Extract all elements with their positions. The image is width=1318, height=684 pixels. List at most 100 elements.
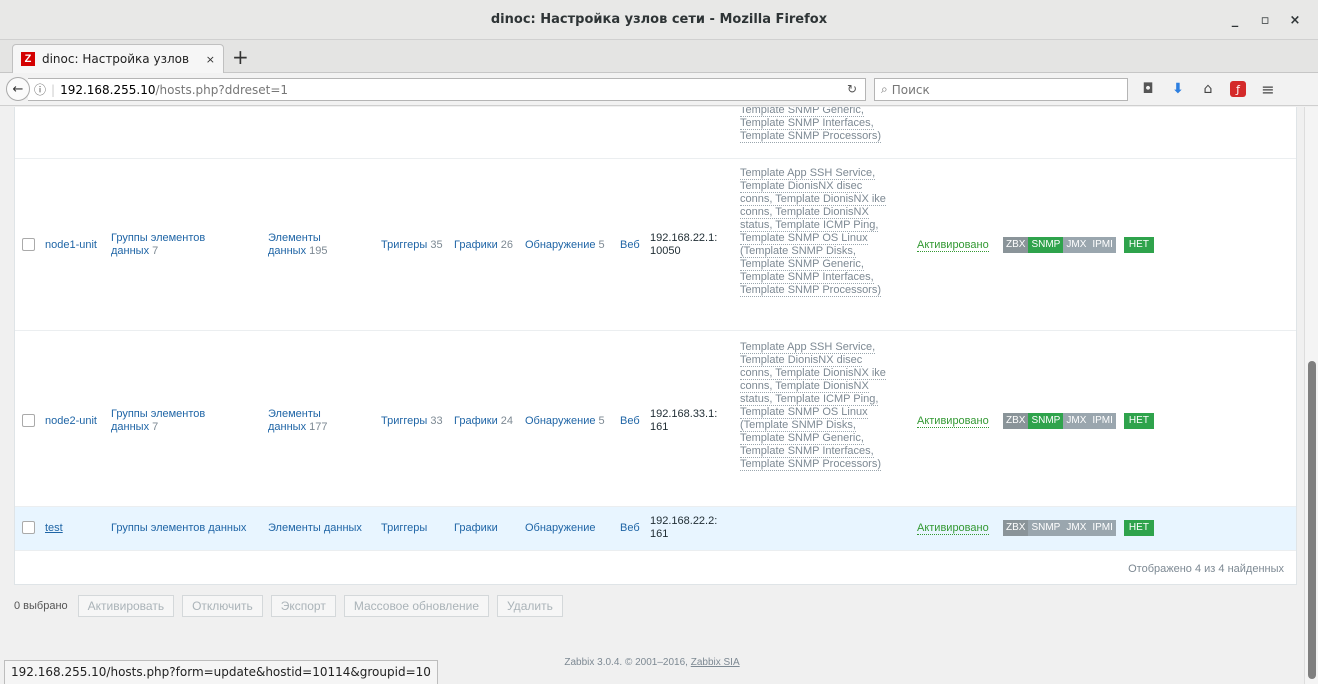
snmp-badge: SNMP xyxy=(1028,237,1064,253)
graphs-link[interactable]: Графики 26 xyxy=(454,239,513,252)
web-link[interactable]: Веб xyxy=(620,522,640,535)
groups-link[interactable]: Группы элементов данных xyxy=(111,522,246,535)
zbx-badge: ZBX xyxy=(1003,520,1029,536)
new-tab-button[interactable]: + xyxy=(232,46,249,68)
interface-cell: 192.168.33.1: 161 xyxy=(650,408,718,433)
row-checkbox[interactable] xyxy=(22,414,35,427)
groups-link[interactable]: Группы элементов данных 7 xyxy=(111,232,205,258)
url-bar[interactable]: ⓘ | 192.168.255.10/hosts.php?ddreset=1 ↻ xyxy=(28,78,866,101)
home-icon[interactable]: ⌂ xyxy=(1200,81,1216,97)
items-link[interactable]: Элементы данных xyxy=(268,522,362,535)
template-link[interactable]: Template SNMP Generic, xyxy=(740,107,864,117)
host-name-link[interactable]: test xyxy=(45,522,63,535)
disable-button[interactable]: Отключить xyxy=(182,595,263,617)
templates-cell: Template App SSH Service, Template Dioni… xyxy=(740,341,886,471)
status-link[interactable]: Активировано xyxy=(917,415,989,428)
items-link[interactable]: Элементы данных 195 xyxy=(268,232,328,258)
tab-close-icon[interactable]: × xyxy=(206,53,215,66)
interface-cell: 192.168.22.2: 161 xyxy=(650,515,718,540)
scrollbar-thumb[interactable] xyxy=(1308,361,1316,679)
availability-badges: ZBX SNMP JMX IPMI НЕТ xyxy=(1003,413,1154,429)
graphs-link[interactable]: Графики 24 xyxy=(454,415,513,428)
search-icon: ⌕ xyxy=(881,82,888,96)
minimize-button[interactable]: _ xyxy=(1222,7,1248,33)
groups-link[interactable]: Группы элементов данных 7 xyxy=(111,408,205,434)
delete-button[interactable]: Удалить xyxy=(497,595,563,617)
flash-icon[interactable]: ƒ xyxy=(1230,81,1246,97)
window-titlebar: dinoc: Настройка узлов сети - Mozilla Fi… xyxy=(0,0,1318,40)
hosts-table: Template SNMP Generic, Template SNMP Int… xyxy=(14,107,1297,585)
status-link[interactable]: Активировано xyxy=(917,239,989,252)
table-row-partial: Template SNMP Generic, Template SNMP Int… xyxy=(15,107,1296,159)
table-row: node2-unit Группы элементов данных 7 Эле… xyxy=(15,331,1296,507)
export-button[interactable]: Экспорт xyxy=(270,595,336,617)
shown-count: Отображено 4 из 4 найденных xyxy=(1128,563,1284,575)
triggers-link[interactable]: Триггеры xyxy=(381,522,427,535)
url-host: 192.168.255.10 xyxy=(60,82,156,97)
status-link[interactable]: Активировано xyxy=(917,522,989,535)
activate-button[interactable]: Активировать xyxy=(77,595,175,617)
mass-actions: 0 выбрано Активировать Отключить Экспорт… xyxy=(14,595,571,617)
download-icon[interactable]: ⬇ xyxy=(1170,81,1186,97)
back-arrow-icon: ← xyxy=(12,81,24,97)
encryption-badge: НЕТ xyxy=(1123,413,1154,429)
pocket-icon[interactable]: ◘ xyxy=(1140,81,1156,97)
encryption-badge: НЕТ xyxy=(1123,237,1154,253)
reload-icon[interactable]: ↻ xyxy=(847,82,857,96)
triggers-link[interactable]: Триггеры 33 xyxy=(381,415,443,428)
row-checkbox[interactable] xyxy=(22,238,35,251)
zbx-badge: ZBX xyxy=(1003,237,1029,253)
templates-cell: Template SNMP Generic, Template SNMP Int… xyxy=(740,107,882,143)
search-placeholder: Поиск xyxy=(891,82,930,97)
hamburger-menu-icon[interactable]: ≡ xyxy=(1260,80,1276,99)
back-button[interactable]: ← xyxy=(6,77,30,101)
ipmi-badge: IPMI xyxy=(1089,413,1116,429)
tab-dinoc[interactable]: Z dinoc: Настройка узлов × xyxy=(12,44,224,73)
host-name-link[interactable]: node1-unit xyxy=(45,239,97,252)
graphs-link[interactable]: Графики xyxy=(454,522,498,535)
window-title: dinoc: Настройка узлов сети - Mozilla Fi… xyxy=(490,12,828,27)
triggers-link[interactable]: Триггеры 35 xyxy=(381,239,443,252)
snmp-badge: SNMP xyxy=(1028,520,1064,536)
vertical-scrollbar[interactable] xyxy=(1304,107,1318,684)
table-row: test Группы элементов данных Элементы да… xyxy=(15,507,1296,551)
nav-bar: ⓘ | 192.168.255.10/hosts.php?ddreset=1 ↻… xyxy=(0,73,1318,106)
info-icon[interactable]: ⓘ xyxy=(34,81,46,98)
zabbix-sia-link[interactable]: Zabbix SIA xyxy=(691,657,740,668)
host-name-link[interactable]: node2-unit xyxy=(45,415,97,428)
interface-cell: 192.168.22.1: 10050 xyxy=(650,232,718,257)
jmx-badge: JMX xyxy=(1063,520,1090,536)
ipmi-badge: IPMI xyxy=(1089,237,1116,253)
ipmi-badge: IPMI xyxy=(1089,520,1116,536)
snmp-badge: SNMP xyxy=(1028,413,1064,429)
tab-bar: Z dinoc: Настройка узлов × + xyxy=(0,40,1318,73)
zbx-badge: ZBX xyxy=(1003,413,1029,429)
tab-title: dinoc: Настройка узлов xyxy=(41,52,190,66)
status-bar-url: 192.168.255.10/hosts.php?form=update&hos… xyxy=(4,660,438,684)
window-controls: _ ▫ × xyxy=(1222,0,1308,40)
page-content: Template SNMP Generic, Template SNMP Int… xyxy=(0,107,1304,684)
items-link[interactable]: Элементы данных 177 xyxy=(268,408,328,434)
discovery-link[interactable]: Обнаружение xyxy=(525,522,595,535)
web-link[interactable]: Веб xyxy=(620,415,640,428)
templates-cell: Template App SSH Service, Template Dioni… xyxy=(740,167,886,297)
discovery-link[interactable]: Обнаружение 5 xyxy=(525,239,605,252)
zabbix-favicon-icon: Z xyxy=(21,52,35,66)
table-row: node1-unit Группы элементов данных 7 Эле… xyxy=(15,159,1296,331)
availability-badges: ZBX SNMP JMX IPMI НЕТ xyxy=(1003,520,1154,536)
jmx-badge: JMX xyxy=(1063,413,1090,429)
row-checkbox[interactable] xyxy=(22,521,35,534)
web-link[interactable]: Веб xyxy=(620,239,640,252)
url-path: /hosts.php?ddreset=1 xyxy=(155,82,289,97)
template-link[interactable]: Template SNMP Interfaces, xyxy=(740,117,874,130)
url-separator: | xyxy=(51,82,56,97)
selected-count: 0 выбрано xyxy=(14,600,68,612)
availability-badges: ZBX SNMP JMX IPMI НЕТ xyxy=(1003,237,1154,253)
template-link[interactable]: Template SNMP Processors) xyxy=(740,130,882,143)
close-window-button[interactable]: × xyxy=(1282,7,1308,33)
search-input[interactable]: ⌕ Поиск xyxy=(874,78,1128,101)
jmx-badge: JMX xyxy=(1063,237,1090,253)
maximize-button[interactable]: ▫ xyxy=(1252,7,1278,33)
mass-update-button[interactable]: Массовое обновление xyxy=(343,595,489,617)
discovery-link[interactable]: Обнаружение 5 xyxy=(525,415,605,428)
